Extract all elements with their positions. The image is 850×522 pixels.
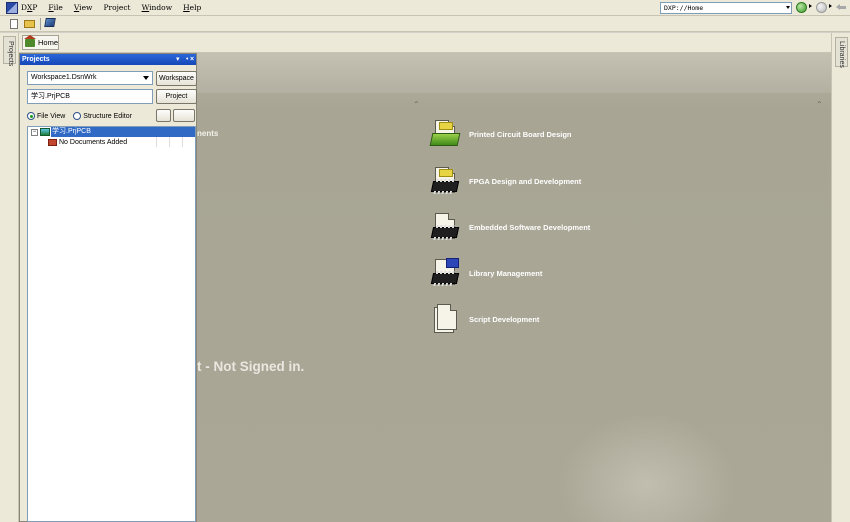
- task-script-development-label: Script Development: [469, 314, 540, 324]
- back-dropdown-icon[interactable]: [829, 4, 832, 8]
- side-tab-projects-label: Projects: [7, 41, 14, 67]
- tree-row-no-documents: No Documents Added: [28, 137, 127, 147]
- background-watermark: [557, 413, 737, 522]
- menu-project[interactable]: Project: [103, 3, 130, 12]
- document-tab-strip: Home: [19, 33, 831, 53]
- library-chip-icon: [430, 258, 461, 288]
- task-embedded-software[interactable]: Embedded Software Development: [430, 212, 591, 242]
- task-fpga-design[interactable]: FPGA Design and Development: [430, 166, 582, 196]
- address-field[interactable]: DXP://Home: [660, 2, 792, 14]
- new-document-icon: [10, 18, 18, 29]
- structure-editor-radio[interactable]: [73, 112, 82, 120]
- panel-document-dropdown-button[interactable]: [173, 109, 195, 122]
- tree-row-project[interactable]: − 学习.PrjPCB: [28, 127, 195, 137]
- panel-option-button[interactable]: [156, 109, 171, 122]
- open-folder-icon: [24, 19, 35, 28]
- project-button[interactable]: Project: [156, 89, 197, 104]
- tree-grid-cells: [156, 137, 193, 147]
- panel-close-icon[interactable]: ×: [190, 54, 194, 65]
- menu-help[interactable]: Help: [183, 3, 201, 12]
- workspace-button[interactable]: Workspace: [156, 71, 197, 86]
- section-heading-partial: nents: [197, 129, 219, 138]
- side-tab-projects[interactable]: Projects: [3, 36, 16, 67]
- panel-pin-icon[interactable]: •: [186, 54, 188, 65]
- asm-chip-icon: [430, 212, 461, 242]
- task-library-management[interactable]: Library Management: [430, 258, 543, 288]
- menu-file[interactable]: File: [48, 3, 62, 12]
- task-embedded-software-label: Embedded Software Development: [469, 222, 591, 232]
- back-button[interactable]: [816, 2, 827, 13]
- menu-dxp[interactable]: DXP: [21, 3, 37, 12]
- toolbar: [0, 16, 850, 32]
- structure-editor-label[interactable]: Structure Editor: [83, 113, 132, 120]
- projects-panel: Projects ▾ • × Workspace1.DsnWrk Workspa…: [19, 53, 197, 522]
- forward-button[interactable]: [796, 2, 807, 13]
- menu-bar: DXP File View Project Window Help DXP://…: [0, 0, 850, 16]
- task-library-management-label: Library Management: [469, 268, 543, 278]
- panel-title-bar: Projects: [20, 54, 196, 65]
- view-mode-radios: File View Structure Editor: [27, 110, 132, 122]
- address-text: DXP://Home: [664, 4, 704, 12]
- tree-no-documents-label: No Documents Added: [59, 138, 128, 146]
- tree-project-label[interactable]: 学习.PrjPCB: [51, 127, 195, 137]
- panel-title: Projects: [22, 56, 50, 63]
- home-icon: [24, 34, 36, 47]
- task-fpga-design-label: FPGA Design and Development: [469, 176, 582, 186]
- menu-window[interactable]: Window: [142, 3, 173, 12]
- workspace-select[interactable]: Workspace1.DsnWrk: [27, 71, 153, 85]
- task-pcb-design[interactable]: Printed Circuit Board Design: [429, 119, 572, 149]
- side-tab-libraries[interactable]: Libraries: [835, 37, 848, 68]
- pcb-project-icon: [40, 128, 50, 136]
- open-project-button[interactable]: [44, 17, 57, 30]
- project-tree: − 学习.PrjPCB No Documents Added: [27, 126, 196, 522]
- tree-collapse-icon[interactable]: −: [31, 128, 38, 136]
- task-pcb-design-label: Printed Circuit Board Design: [469, 129, 572, 139]
- chevron-down-icon[interactable]: [143, 76, 149, 80]
- open-button[interactable]: [24, 18, 36, 30]
- project-cube-icon: [44, 17, 56, 27]
- dxp-logo-icon[interactable]: [6, 1, 18, 14]
- tab-home-label: Home: [37, 38, 58, 47]
- sign-in-status: t - Not Signed in.: [197, 359, 305, 374]
- home-page: ⌃ ⌃ nents t - Not Signed in. Printed Cir…: [197, 53, 831, 522]
- side-tab-libraries-label: Libraries: [838, 41, 845, 68]
- collapse-left-icon[interactable]: ⌃: [413, 100, 420, 109]
- right-panel-strip: Libraries: [831, 33, 850, 522]
- fpga-chip-icon: [430, 166, 461, 196]
- menu-view[interactable]: View: [74, 3, 93, 12]
- project-field-value: 学习.PrjPCB: [31, 93, 70, 100]
- left-panel-strip: [0, 33, 19, 522]
- file-view-label[interactable]: File View: [37, 113, 65, 120]
- collapse-right-icon[interactable]: ⌃: [816, 100, 823, 109]
- home-header-band: [197, 53, 831, 93]
- folder-icon: [48, 138, 57, 146]
- forward-dropdown-icon[interactable]: [809, 4, 812, 8]
- pcb-icon: [429, 119, 461, 149]
- tab-home[interactable]: Home: [22, 34, 59, 50]
- address-dropdown-icon[interactable]: [786, 6, 790, 9]
- file-view-radio[interactable]: [27, 112, 35, 120]
- workspace-select-value: Workspace1.DsnWrk: [31, 74, 97, 81]
- task-script-development[interactable]: Script Development: [431, 304, 539, 334]
- home-back-arrow-icon[interactable]: [836, 3, 846, 12]
- new-document-button[interactable]: [8, 18, 20, 30]
- toolbar-separator: [40, 17, 41, 30]
- project-field[interactable]: 学习.PrjPCB: [27, 89, 153, 104]
- panel-menu-icon[interactable]: ▾: [176, 54, 180, 65]
- script-doc-icon: [431, 304, 461, 334]
